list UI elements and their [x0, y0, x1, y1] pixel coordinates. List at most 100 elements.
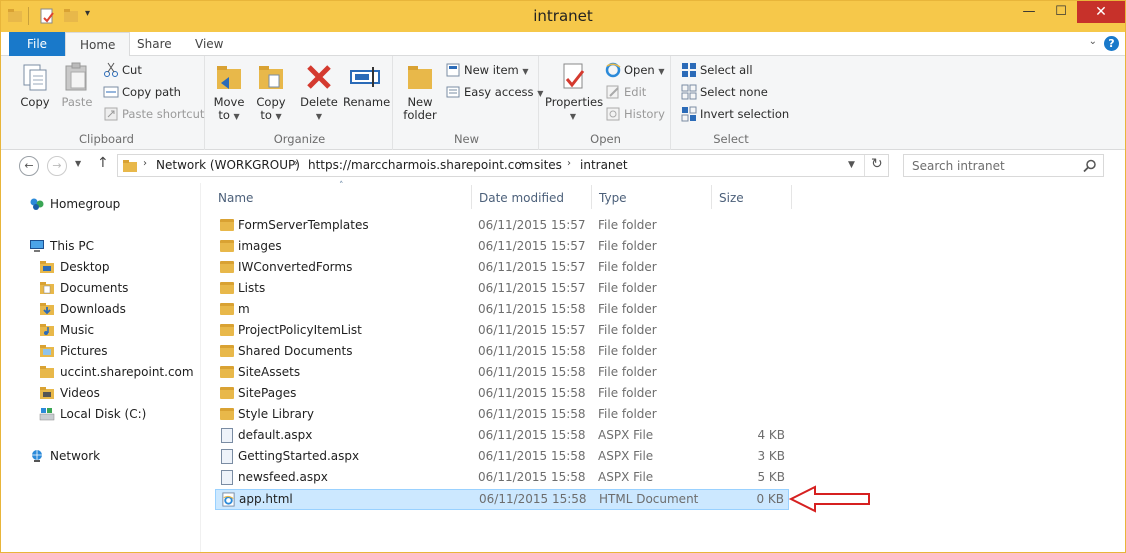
recent-locations-icon[interactable]: ▼	[75, 159, 81, 168]
file-row[interactable]: Shared Documents 06/11/2015 15:58 File fol…	[215, 342, 789, 363]
copy-icon	[23, 64, 47, 91]
tab-home[interactable]: Home	[65, 32, 131, 57]
column-header-date[interactable]: Date modified	[479, 189, 564, 207]
new-item-button[interactable]: New item ▼	[445, 61, 529, 79]
videos-folder-icon	[40, 387, 54, 399]
copy-to-label: Copy	[256, 95, 286, 109]
folder-icon	[220, 240, 234, 252]
file-row[interactable]: SitePages 06/11/2015 15:58 File folder	[215, 384, 789, 405]
copy-to-button[interactable]: Copy to ▼	[253, 61, 289, 123]
cut-label: Cut	[122, 63, 142, 77]
file-type: HTML Document	[599, 492, 699, 506]
file-name: FormServerTemplates	[238, 218, 369, 232]
cut-button[interactable]: Cut	[103, 61, 142, 79]
file-date: 06/11/2015 15:58	[478, 344, 586, 358]
file-type: File folder	[598, 365, 657, 379]
file-row[interactable]: default.aspx 06/11/2015 15:58 ASPX File 4 K…	[215, 426, 789, 447]
tab-share[interactable]: Share	[123, 32, 186, 56]
history-button[interactable]: History	[605, 105, 665, 123]
file-row[interactable]: images 06/11/2015 15:57 File folder	[215, 237, 789, 258]
close-button[interactable]: ✕	[1077, 1, 1125, 23]
copy-path-button[interactable]: Copy path	[103, 83, 181, 101]
file-row[interactable]: Lists 06/11/2015 15:57 File folder	[215, 279, 789, 300]
edit-button[interactable]: Edit	[605, 83, 646, 101]
search-icon	[1083, 159, 1096, 173]
breadcrumb-network[interactable]: Network (WORKGROUP)	[156, 158, 300, 172]
breadcrumb-intranet[interactable]: intranet	[580, 158, 628, 172]
invert-selection-button[interactable]: Invert selection	[681, 105, 789, 123]
file-row[interactable]: IWConvertedForms 06/11/2015 15:57 File fol…	[215, 258, 789, 279]
file-row[interactable]: newsfeed.aspx 06/11/2015 15:58 ASPX File 5 …	[215, 468, 789, 489]
organize-group: Move to ▼ Copy to ▼ Delete ▼ Rename Organiz…	[207, 56, 393, 150]
sidebar-item-desktop[interactable]: Desktop	[39, 258, 110, 276]
file-row[interactable]: ProjectPolicyItemList 06/11/2015 15:57 Fil…	[215, 321, 789, 342]
file-date: 06/11/2015 15:57	[478, 239, 586, 253]
properties-button[interactable]: Properties ▼	[545, 61, 603, 123]
search-input[interactable]: Search intranet	[912, 159, 1005, 173]
history-icon	[605, 106, 621, 122]
column-divider[interactable]	[591, 185, 592, 209]
select-all-button[interactable]: Select all	[681, 61, 753, 79]
new-folder-button[interactable]: New folder	[401, 61, 439, 122]
ie-icon	[605, 62, 621, 78]
copy-button[interactable]: Copy	[15, 61, 55, 109]
folder-icon	[220, 345, 234, 357]
file-row[interactable]: FormServerTemplates 06/11/2015 15:57 File …	[215, 216, 789, 237]
sidebar-item-label: Local Disk (C:)	[60, 407, 147, 421]
sidebar-item-local-disk[interactable]: Local Disk (C:)	[39, 405, 146, 423]
column-divider[interactable]	[471, 185, 472, 209]
file-name: ProjectPolicyItemList	[238, 323, 362, 337]
breadcrumb-sites[interactable]: sites	[534, 158, 562, 172]
tab-view[interactable]: View	[181, 32, 237, 56]
file-row[interactable]: GettingStarted.aspx 06/11/2015 15:58 ASPX …	[215, 447, 789, 468]
rename-button[interactable]: Rename	[343, 61, 390, 109]
back-button[interactable]: ←	[19, 156, 39, 176]
file-row[interactable]: Style Library 06/11/2015 15:58 File folder	[215, 405, 789, 426]
file-date: 06/11/2015 15:58	[478, 449, 586, 463]
up-button[interactable]: ↑	[97, 155, 109, 171]
file-name: Style Library	[238, 407, 314, 421]
file-name: default.aspx	[238, 428, 313, 442]
invert-selection-label: Invert selection	[700, 107, 790, 121]
paste-shortcut-button[interactable]: Paste shortcut	[103, 105, 204, 123]
column-divider[interactable]	[791, 185, 792, 209]
open-button[interactable]: Open ▼	[605, 61, 665, 79]
file-row[interactable]: m 06/11/2015 15:58 File folder	[215, 300, 789, 321]
paste-button[interactable]: Paste	[57, 61, 97, 109]
file-size: 5 KB	[757, 470, 785, 484]
nav-this-pc[interactable]: This PC	[29, 237, 94, 255]
address-dropdown-icon[interactable]: ▼	[848, 160, 855, 170]
select-none-button[interactable]: Select none	[681, 83, 768, 101]
folder-icon	[220, 303, 234, 315]
tab-file[interactable]: File	[9, 32, 65, 56]
sidebar-item-pictures[interactable]: Pictures	[39, 342, 108, 360]
sidebar-item-videos[interactable]: Videos	[39, 384, 100, 402]
file-row[interactable]: SiteAssets 06/11/2015 15:58 File folder	[215, 363, 789, 384]
help-icon[interactable]: ?	[1104, 36, 1119, 51]
file-row[interactable]: app.html 06/11/2015 15:58 HTML Document 0 K…	[215, 489, 789, 510]
move-to-button[interactable]: Move to ▼	[211, 61, 247, 123]
address-bar[interactable]: › Network (WORKGROUP) › https://marcchar…	[117, 154, 889, 177]
nav-homegroup[interactable]: Homegroup	[29, 195, 120, 213]
sidebar-item-documents[interactable]: Documents	[39, 279, 128, 297]
sidebar-item-sharepoint[interactable]: uccint.sharepoint.com	[39, 363, 194, 381]
column-header-name[interactable]: Name	[218, 189, 253, 207]
easy-access-button[interactable]: Easy access ▼	[445, 83, 543, 101]
forward-button[interactable]: →	[47, 156, 67, 176]
network-icon	[32, 450, 42, 462]
column-header-size[interactable]: Size	[719, 189, 744, 207]
minimize-button[interactable]: —	[1013, 1, 1045, 23]
sidebar-item-music[interactable]: Music	[39, 321, 94, 339]
refresh-icon[interactable]: ↻	[871, 156, 883, 172]
nav-network[interactable]: Network	[29, 447, 100, 465]
search-box[interactable]: Search intranet	[903, 154, 1104, 177]
expand-ribbon-icon[interactable]: ⌄	[1089, 36, 1097, 47]
sidebar-item-downloads[interactable]: Downloads	[39, 300, 126, 318]
delete-button[interactable]: Delete ▼	[299, 61, 339, 123]
column-header-type[interactable]: Type	[599, 189, 627, 207]
breadcrumb-separator-icon: ›	[520, 158, 524, 169]
maximize-button[interactable]: ☐	[1045, 1, 1077, 23]
column-divider[interactable]	[711, 185, 712, 209]
folder-icon	[220, 261, 234, 273]
breadcrumb-sharepoint[interactable]: https://marccharmois.sharepoint.com	[308, 158, 533, 172]
